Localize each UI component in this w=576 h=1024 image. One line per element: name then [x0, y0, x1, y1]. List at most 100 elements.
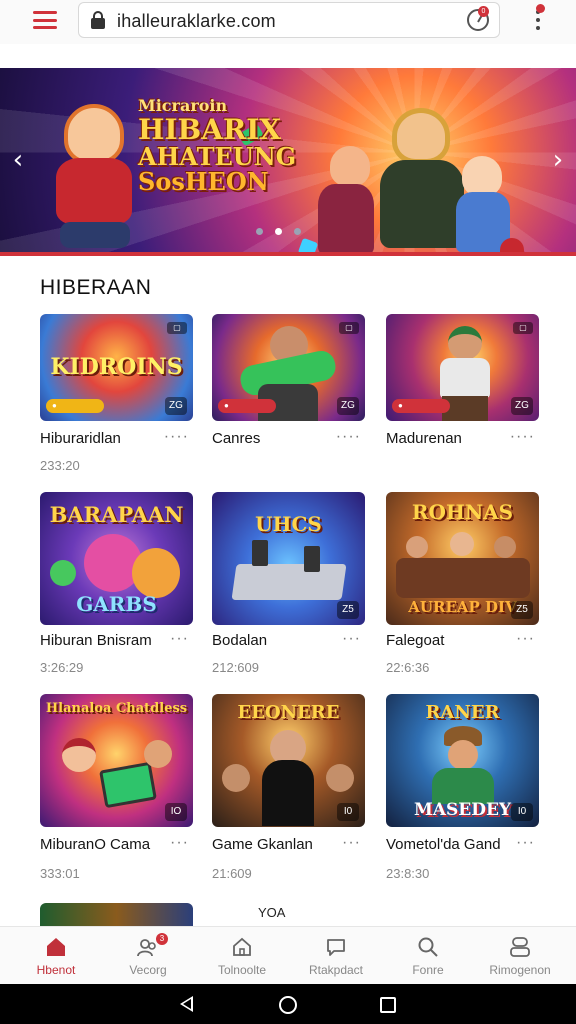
more-options-icon[interactable]: ··· — [342, 834, 361, 852]
card-meta: 3:26:29 — [40, 660, 84, 675]
nav-item-rtakpdact[interactable]: Rtakpdact — [288, 927, 384, 985]
url-text: ihalleuraklarke.com — [117, 11, 276, 31]
thumbnail-corner-badge: Z5 — [337, 601, 359, 619]
bottom-navigation: Hbenot 3 Vecorg Tolnoolte Rtakpdact Fonr… — [0, 926, 576, 984]
carousel-dot[interactable] — [256, 228, 263, 235]
game-card[interactable]: KIDROINS ▢ ● ZG Hiburaridlan ···· 233:20 — [40, 314, 193, 473]
address-bar[interactable]: ihalleuraklarke.com 0 — [78, 2, 500, 38]
card-title[interactable]: Hiburaridlan — [40, 430, 121, 447]
card-meta: 22:6:36 — [386, 660, 430, 675]
card-title[interactable]: Canres — [212, 430, 260, 447]
more-options-icon[interactable]: ···· — [164, 428, 189, 446]
system-navigation-bar — [0, 984, 576, 1024]
game-thumbnail[interactable]: ▢ ● ZG — [386, 314, 539, 421]
notification-dot — [536, 4, 545, 13]
timer-badge: 0 — [478, 6, 489, 17]
game-card[interactable]: BARAPAAN GARBS Hiburan Bnisram ··· 3:26:… — [40, 492, 193, 675]
game-card[interactable]: UHCS Z5 Bodalan ··· 212:609 — [212, 492, 365, 675]
carousel-prev-icon[interactable]: ‹ — [8, 147, 28, 173]
game-thumbnail[interactable]: EEONERE I0 — [212, 694, 365, 827]
thumbnail-pill: ● — [392, 399, 450, 413]
nav-item-tolnoolte[interactable]: Tolnoolte — [194, 927, 290, 985]
thumbnail-title: EEONERE — [237, 702, 340, 723]
thumbnail-pill: ● — [46, 399, 104, 413]
card-title[interactable]: Vometol'da Gand — [386, 836, 501, 853]
carousel-indicators[interactable] — [256, 228, 301, 235]
hero-character-main — [392, 108, 450, 164]
home-button-icon[interactable] — [279, 996, 297, 1014]
game-card[interactable]: RANER MASEDEY I0 Vometol'da Gand ··· 23:… — [386, 694, 539, 881]
more-options-icon[interactable]: ··· — [170, 630, 189, 648]
more-options-icon[interactable]: ···· — [510, 428, 535, 446]
thumbnail-corner-badge: IO — [165, 803, 187, 821]
card-title[interactable]: Falegoat — [386, 632, 444, 649]
hero-accent-bar — [0, 252, 576, 256]
profile-icon — [510, 937, 530, 957]
carousel-next-icon[interactable]: › — [548, 147, 568, 173]
hero-title: Micraroin HIBARIX AHATEUNG SosHEON — [138, 96, 297, 197]
nav-label: Fonre — [412, 963, 444, 977]
card-meta: 23:8:30 — [386, 866, 430, 881]
card-meta: 212:609 — [212, 660, 259, 675]
recents-icon[interactable] — [380, 997, 396, 1013]
thumbnail-title: BARAPAAN — [49, 502, 184, 527]
nav-item-search[interactable]: Fonre — [380, 927, 476, 985]
card-title[interactable]: Madurenan — [386, 430, 462, 447]
carousel-dot-active[interactable] — [275, 228, 282, 235]
nav-label: Hbenot — [36, 963, 76, 977]
thumbnail-tag: ▢ — [339, 322, 359, 334]
search-icon — [418, 937, 438, 957]
carousel-dot[interactable] — [294, 228, 301, 235]
card-meta: 21:609 — [212, 866, 252, 881]
home-icon — [47, 938, 65, 956]
more-options-icon[interactable]: ··· — [516, 630, 535, 648]
game-thumbnail[interactable]: RANER MASEDEY I0 — [386, 694, 539, 827]
hamburger-icon[interactable] — [30, 8, 60, 32]
thumbnail-pill: ● — [218, 399, 276, 413]
card-title[interactable]: MiburanO Cama — [40, 836, 150, 853]
game-card[interactable]: ROHNAS AUREAP DIV Z5 Falegoat ··· 22:6:3… — [386, 492, 539, 675]
nav-label: Rimogenon — [489, 963, 551, 977]
house-outline-icon — [233, 937, 251, 956]
card-title[interactable]: Bodalan — [212, 632, 267, 649]
thumbnail-corner-badge: I0 — [337, 803, 359, 821]
back-icon[interactable] — [180, 996, 193, 1012]
game-thumbnail[interactable]: BARAPAAN GARBS — [40, 492, 193, 625]
game-card[interactable]: Hlanaloa Chatdless IO MiburanO Cama ··· … — [40, 694, 193, 881]
card-title[interactable]: Game Gkanlan — [212, 836, 313, 853]
thumbnail-subtitle: GARBS — [76, 592, 157, 616]
card-meta: 233:20 — [40, 458, 80, 473]
more-options-icon[interactable]: ··· — [170, 834, 189, 852]
chat-icon — [327, 939, 345, 956]
browser-toolbar: ihalleuraklarke.com 0 — [0, 0, 576, 44]
nav-item-community[interactable]: 3 Vecorg — [100, 927, 196, 985]
game-thumbnail[interactable]: ▢ ● ZG — [212, 314, 365, 421]
thumbnail-corner-badge: ZG — [511, 397, 533, 415]
section-title: HIBERAAN — [40, 276, 152, 299]
game-card[interactable]: ▢ ● ZG Madurenan ···· — [386, 314, 539, 447]
game-thumbnail[interactable]: KIDROINS ▢ ● ZG — [40, 314, 193, 421]
thumbnail-title: UHCS — [255, 512, 322, 536]
thumbnail-tag: ▢ — [513, 322, 533, 334]
thumbnail-title: ROHNAS — [411, 500, 514, 524]
game-thumbnail[interactable]: UHCS Z5 — [212, 492, 365, 625]
thumbnail-corner-badge: ZG — [165, 397, 187, 415]
more-options-icon[interactable]: ··· — [516, 834, 535, 852]
card-meta: 333:01 — [40, 866, 80, 881]
thumbnail-title: RANER — [425, 702, 500, 723]
thumbnail-corner-badge: Z5 — [511, 601, 533, 619]
more-options-icon[interactable]: ··· — [342, 630, 361, 648]
nav-item-profile[interactable]: Rimogenon — [472, 927, 568, 985]
hero-character-left — [64, 104, 124, 164]
game-thumbnail[interactable]: Hlanaloa Chatdless IO — [40, 694, 193, 827]
nav-badge: 3 — [156, 933, 168, 945]
thumbnail-tag: ▢ — [167, 322, 187, 334]
more-options-icon[interactable]: ···· — [336, 428, 361, 446]
thumbnail-corner-badge: ZG — [337, 397, 359, 415]
card-title[interactable]: Hiburan Bnisram — [40, 632, 152, 649]
game-card[interactable]: EEONERE I0 Game Gkanlan ··· 21:609 — [212, 694, 365, 881]
game-card[interactable]: ▢ ● ZG Canres ···· — [212, 314, 365, 447]
game-thumbnail[interactable]: ROHNAS AUREAP DIV Z5 — [386, 492, 539, 625]
nav-item-home[interactable]: Hbenot — [8, 927, 104, 985]
nav-label: Tolnoolte — [217, 963, 267, 977]
